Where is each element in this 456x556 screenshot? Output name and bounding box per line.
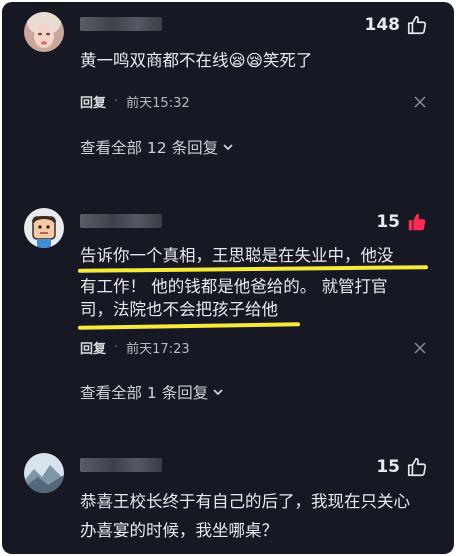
comment-meta: 回复 · 前天17:23 <box>80 338 190 357</box>
thumbs-up-icon <box>407 457 427 477</box>
separator-dot: · <box>114 94 119 109</box>
comment-meta: 回复 · 前天15:32 <box>80 92 190 111</box>
thumbs-up-filled-icon <box>408 213 426 231</box>
close-icon[interactable] <box>414 342 426 354</box>
like-button[interactable]: 15 <box>376 211 428 233</box>
view-replies-button[interactable]: 查看全部 12 条回复 <box>80 136 234 158</box>
reply-button[interactable]: 回复 <box>80 338 106 357</box>
avatar[interactable] <box>24 453 64 493</box>
username-blurred[interactable] <box>80 17 162 31</box>
view-replies-label: 查看全部 12 条回复 <box>80 139 219 157</box>
like-count: 148 <box>364 15 401 35</box>
reply-button[interactable]: 回复 <box>80 92 106 111</box>
like-button[interactable]: 148 <box>365 14 429 36</box>
username-blurred[interactable] <box>80 214 162 228</box>
comment-text-line: 司，法院也不会把孩子给他 <box>80 300 278 319</box>
comment-text-line: 恭喜王校长终于有自己的后了，我现在只关心 <box>80 492 410 511</box>
avatar[interactable] <box>24 208 64 248</box>
comment-text: 黄一鸣双商都不在线😪😪笑死了 <box>80 51 313 70</box>
chevron-down-icon <box>223 144 233 151</box>
separator-dot: · <box>114 340 119 355</box>
chevron-down-icon <box>213 389 223 396</box>
like-count: 15 <box>376 212 400 232</box>
username-blurred[interactable] <box>80 458 162 472</box>
thumbs-up-icon <box>407 15 427 35</box>
comment-list: 148 黄一鸣双商都不在线😪😪笑死了 回复 · 前天15:32 查看全部 12 … <box>2 2 454 554</box>
close-icon[interactable] <box>414 96 426 108</box>
avatar[interactable] <box>24 12 64 52</box>
timestamp: 前天15:32 <box>126 96 190 111</box>
like-button[interactable]: 15 <box>376 456 428 478</box>
view-replies-button[interactable]: 查看全部 1 条回复 <box>80 381 224 403</box>
timestamp: 前天17:23 <box>126 342 190 357</box>
view-replies-label: 查看全部 1 条回复 <box>80 384 209 402</box>
like-count: 15 <box>376 457 400 477</box>
comment-text-line: 办喜宴的时候，我坐哪桌？ <box>80 521 278 540</box>
